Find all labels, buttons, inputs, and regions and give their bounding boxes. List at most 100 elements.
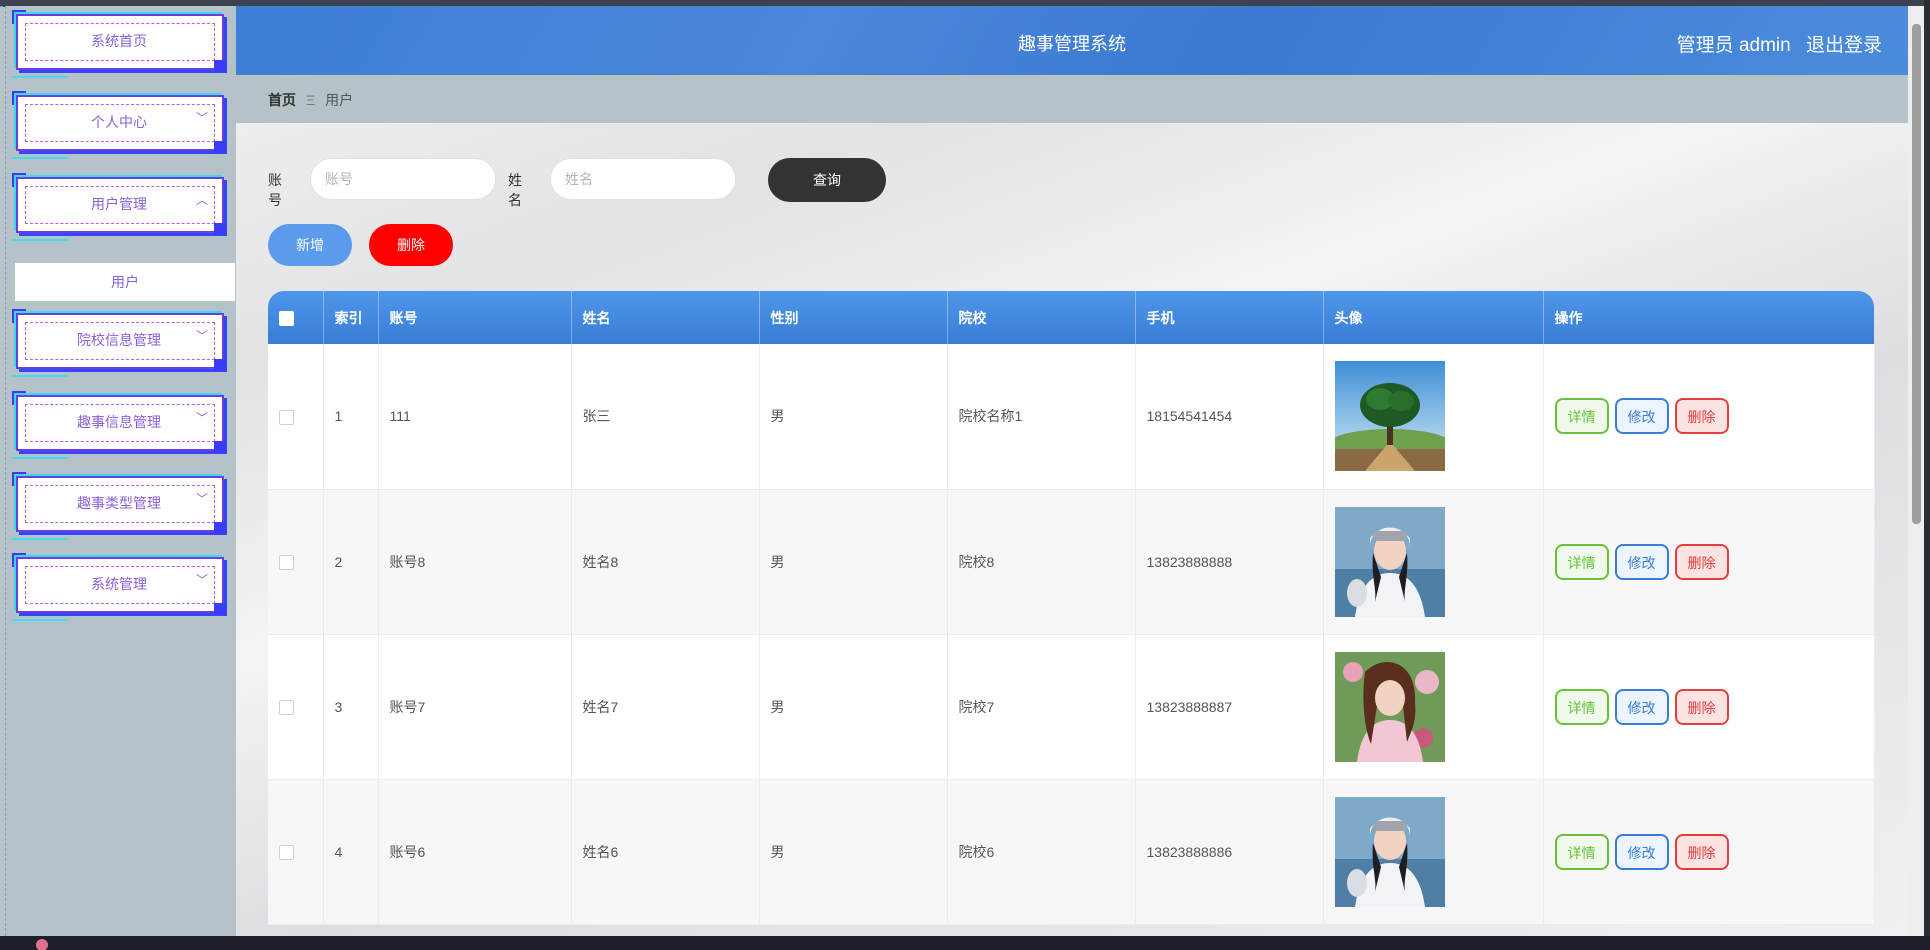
column-header: 性别 — [759, 291, 948, 344]
sidebar-item-profile[interactable]: 个人中心 ﹀ — [12, 91, 226, 159]
sidebar-item-label: 趣事类型管理 — [77, 495, 161, 511]
sidebar-item-anecdote-type-management[interactable]: 趣事类型管理 ﹀ — [12, 472, 226, 540]
sidebar: 系统首页 个人中心 ﹀ 用户管理 ︿ 用户 院校信息管理 ﹀ 趣事信息管理 ﹀ … — [5, 6, 237, 936]
account-label: 账号 — [268, 172, 282, 208]
avatar[interactable] — [1334, 651, 1445, 762]
column-header: 院校 — [947, 291, 1136, 344]
breadcrumb-current: 用户 — [325, 92, 354, 108]
sidebar-item-label: 个人中心 — [91, 114, 147, 130]
frame-corner — [214, 60, 226, 72]
breadcrumb-home[interactable]: 首页 — [268, 92, 296, 108]
delete-button[interactable]: 删除 — [1674, 398, 1729, 435]
frame-tick — [12, 76, 68, 78]
breadcrumb: 首页 Ξ 用户 — [268, 90, 353, 110]
add-button[interactable]: 新增 — [268, 224, 352, 266]
detail-button[interactable]: 详情 — [1554, 543, 1609, 580]
cell-account: 账号6 — [378, 779, 572, 925]
cell-school: 院校名称1 — [947, 344, 1136, 490]
select-all-checkbox[interactable] — [279, 310, 294, 326]
detail-button[interactable]: 详情 — [1554, 398, 1609, 435]
name-search-input[interactable] — [550, 158, 736, 200]
row-checkbox[interactable] — [279, 699, 294, 715]
sidebar-subitem-users[interactable]: 用户 — [15, 263, 235, 301]
edit-button[interactable]: 修改 — [1614, 398, 1669, 435]
main-content: 首页 Ξ 用户 账号 姓名 查询 新增 删除 索引 账号 — [236, 75, 1908, 936]
cell-phone: 13823888888 — [1135, 489, 1324, 635]
query-button[interactable]: 查询 — [768, 158, 886, 202]
cell-phone: 13823888886 — [1135, 779, 1324, 925]
top-header: 趣事管理系统 管理员 admin 退出登录 — [236, 6, 1908, 75]
sidebar-item-label: 院校信息管理 — [77, 332, 161, 348]
chevron-down-icon: ﹀ — [195, 573, 208, 587]
avatar[interactable] — [1334, 361, 1445, 472]
account-search-input[interactable] — [310, 158, 496, 200]
cell-index: 4 — [323, 779, 379, 925]
cell-name: 张三 — [571, 344, 760, 490]
breadcrumb-separator-icon: Ξ — [306, 92, 316, 108]
chevron-down-icon: ﹀ — [195, 111, 208, 125]
sidebar-item-home[interactable]: 系统首页 — [12, 10, 226, 78]
column-header: 手机 — [1135, 291, 1324, 344]
sidebar-item-anecdote-management[interactable]: 趣事信息管理 ﹀ — [12, 391, 226, 459]
column-header: 索引 — [323, 291, 379, 344]
app-icon[interactable] — [36, 939, 48, 950]
avatar[interactable] — [1334, 506, 1445, 617]
sidebar-item-label: 趣事信息管理 — [77, 414, 161, 430]
cell-index: 1 — [323, 344, 379, 490]
delete-button[interactable]: 删除 — [1674, 543, 1729, 580]
row-checkbox[interactable] — [279, 409, 294, 425]
row-checkbox[interactable] — [279, 844, 294, 860]
breadcrumb-bar: 首页 Ξ 用户 — [236, 75, 1908, 123]
cell-name: 姓名8 — [571, 489, 760, 635]
chevron-down-icon: ﹀ — [195, 329, 208, 343]
cell-account: 账号7 — [378, 634, 572, 780]
cell-phone: 18154541454 — [1135, 344, 1324, 490]
sidebar-item-label: 系统首页 — [91, 33, 147, 49]
detail-button[interactable]: 详情 — [1554, 688, 1609, 725]
cell-name: 姓名6 — [571, 779, 760, 925]
chevron-down-icon: ﹀ — [195, 411, 208, 425]
column-header: 操作 — [1554, 309, 1583, 326]
table-row: 4 账号6 姓名6 男 院校6 13823888886 详情 修改 删除 — [268, 779, 1875, 925]
cell-account: 111 — [378, 344, 572, 490]
table-row: 1 111 张三 男 院校名称1 18154541454 详情 修改 删除 — [268, 344, 1875, 490]
cell-gender: 男 — [759, 489, 948, 635]
current-user: 管理员 admin — [1676, 35, 1791, 56]
cell-school: 院校6 — [947, 779, 1136, 925]
avatar[interactable] — [1334, 796, 1445, 907]
row-checkbox[interactable] — [279, 554, 294, 570]
cell-index: 3 — [323, 634, 379, 780]
delete-button[interactable]: 删除 — [1674, 833, 1729, 870]
detail-button[interactable]: 详情 — [1554, 833, 1609, 870]
column-header: 头像 — [1323, 291, 1544, 344]
scrollbar-thumb[interactable] — [1912, 24, 1921, 524]
edit-button[interactable]: 修改 — [1614, 688, 1669, 725]
table-row: 3 账号7 姓名7 男 院校7 13823888887 详情 修改 删除 — [268, 634, 1875, 780]
cell-school: 院校7 — [947, 634, 1136, 780]
sidebar-item-label: 系统管理 — [91, 576, 147, 592]
cell-school: 院校8 — [947, 489, 1136, 635]
edit-button[interactable]: 修改 — [1614, 833, 1669, 870]
sidebar-item-system-management[interactable]: 系统管理 ﹀ — [12, 553, 226, 621]
chevron-down-icon: ﹀ — [195, 492, 208, 506]
cell-account: 账号8 — [378, 489, 572, 635]
logout-link[interactable]: 退出登录 — [1806, 35, 1882, 56]
column-header: 姓名 — [571, 291, 760, 344]
name-label: 姓名 — [508, 172, 522, 208]
cell-phone: 13823888887 — [1135, 634, 1324, 780]
sidebar-item-label: 用户管理 — [91, 196, 147, 212]
edit-button[interactable]: 修改 — [1614, 543, 1669, 580]
select-all-cell — [268, 291, 324, 344]
window-edge — [1924, 0, 1930, 950]
users-table: 索引 账号 姓名 性别 院校 手机 头像 操作 1 111 张三 男 院校名称1… — [268, 291, 1875, 925]
app-title: 趣事管理系统 — [1018, 34, 1126, 54]
chevron-up-icon: ︿ — [195, 193, 208, 207]
cell-gender: 男 — [759, 634, 948, 780]
taskbar — [0, 936, 1930, 950]
cell-gender: 男 — [759, 779, 948, 925]
delete-button[interactable]: 删除 — [1674, 688, 1729, 725]
table-header-row: 索引 账号 姓名 性别 院校 手机 头像 操作 — [268, 291, 1874, 344]
bulk-delete-button[interactable]: 删除 — [369, 224, 453, 266]
sidebar-item-school-management[interactable]: 院校信息管理 ﹀ — [12, 309, 226, 377]
sidebar-item-user-management[interactable]: 用户管理 ︿ — [12, 173, 226, 241]
